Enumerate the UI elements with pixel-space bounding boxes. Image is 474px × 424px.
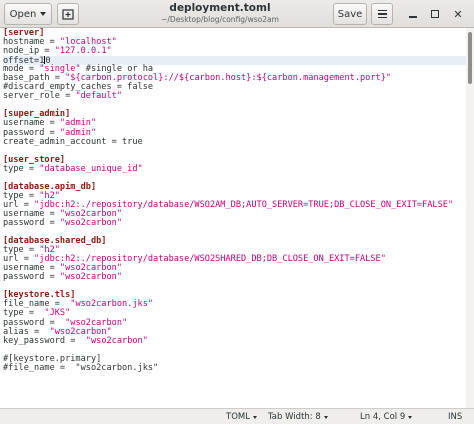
insert-mode-label: INS xyxy=(448,412,463,422)
code-token: key_password = xyxy=(3,335,86,346)
hamburger-menu-icon-bar xyxy=(377,13,387,15)
code-token: "wso2carbon" xyxy=(59,272,123,283)
hamburger-menu-icon-bar xyxy=(377,16,387,19)
code-token: #file_name = "wso2carbon.jks" xyxy=(3,362,159,373)
code-line[interactable]: password = "wso2carbon" xyxy=(3,273,466,282)
code-line[interactable]: [database.shared_db] xyxy=(3,237,466,246)
chevron-down-icon xyxy=(323,415,328,419)
code-token: "default" xyxy=(75,91,123,102)
open-button-label: Open xyxy=(9,8,37,20)
code-token: node_ip = xyxy=(3,46,55,57)
code-token: password = xyxy=(3,272,60,283)
minimize-icon xyxy=(409,16,417,18)
code-token: create_admin_account = true xyxy=(3,136,143,147)
tab-width-selector[interactable]: Tab Width: 8 xyxy=(268,412,328,422)
title-block: deployment.toml ~/Desktop/blog/config/ws… xyxy=(120,2,320,25)
insert-mode-indicator[interactable]: INS xyxy=(448,412,462,422)
code-line[interactable]: node_ip = "127.0.0.1" xyxy=(3,47,466,56)
chevron-down-icon xyxy=(40,12,47,16)
code-line[interactable]: key_password = "wso2carbon" xyxy=(3,335,466,346)
code-line[interactable]: [database.apim_db] xyxy=(3,182,466,192)
code-line[interactable]: server_role = "default" xyxy=(3,92,466,101)
save-button[interactable]: Save xyxy=(333,3,367,25)
code-token: "127.0.0.1" xyxy=(54,46,112,57)
code-token: "database_unique_id" xyxy=(39,163,143,174)
code-token: password = xyxy=(3,217,60,228)
text-editor-area[interactable]: [server] hostname = "localhost" node_ip = … xyxy=(0,28,466,408)
code-line[interactable] xyxy=(3,147,466,156)
tab-width-label: Tab Width: 8 xyxy=(268,412,321,422)
code-token: server_role = xyxy=(3,91,76,102)
maximize-button[interactable] xyxy=(427,6,443,22)
cursor-position-label: Ln 4, Col 9 xyxy=(360,412,406,422)
hamburger-menu-icon xyxy=(377,9,387,12)
menu-button[interactable] xyxy=(371,3,393,25)
code-line[interactable]: file_name = "wso2carbon.jks" xyxy=(3,300,466,309)
code-token: "wso2carbon.jks" xyxy=(70,299,154,310)
close-button[interactable]: ✕ xyxy=(450,6,466,22)
code-line[interactable]: password = "wso2carbon" xyxy=(3,217,466,228)
new-tab-icon xyxy=(62,9,74,20)
maximize-icon xyxy=(431,10,439,18)
header-bar: Open deployment.toml ~/Desktop/blog/conf… xyxy=(0,0,474,28)
code-token: type = xyxy=(3,163,40,174)
cursor-position-selector[interactable]: Ln 4, Col 9 xyxy=(360,412,413,422)
window-subtitle: ~/Desktop/blog/config/wso2am xyxy=(161,15,279,24)
window-title: deployment.toml xyxy=(169,2,271,14)
scrollbar-thumb[interactable] xyxy=(468,32,472,84)
open-button[interactable]: Open xyxy=(4,3,52,25)
chevron-down-icon xyxy=(408,415,413,419)
minimize-button[interactable] xyxy=(405,6,421,22)
vertical-scrollbar[interactable] xyxy=(466,28,474,408)
code-token: "wso2carbon" xyxy=(59,217,123,228)
code-line[interactable]: create_admin_account = true xyxy=(3,136,466,147)
status-bar: TOML Tab Width: 8 Ln 4, Col 9 INS xyxy=(0,408,474,424)
language-selector[interactable]: TOML xyxy=(226,412,257,422)
language-label: TOML xyxy=(226,412,250,422)
code-line[interactable]: #file_name = "wso2carbon.jks" xyxy=(3,362,466,373)
code-line[interactable] xyxy=(3,101,466,110)
code-line[interactable]: type = "database_unique_id" xyxy=(3,163,466,174)
close-icon: ✕ xyxy=(453,7,463,21)
code-token: "wso2carbon" xyxy=(85,335,148,346)
chevron-down-icon xyxy=(252,415,257,419)
new-tab-button[interactable] xyxy=(57,3,79,25)
